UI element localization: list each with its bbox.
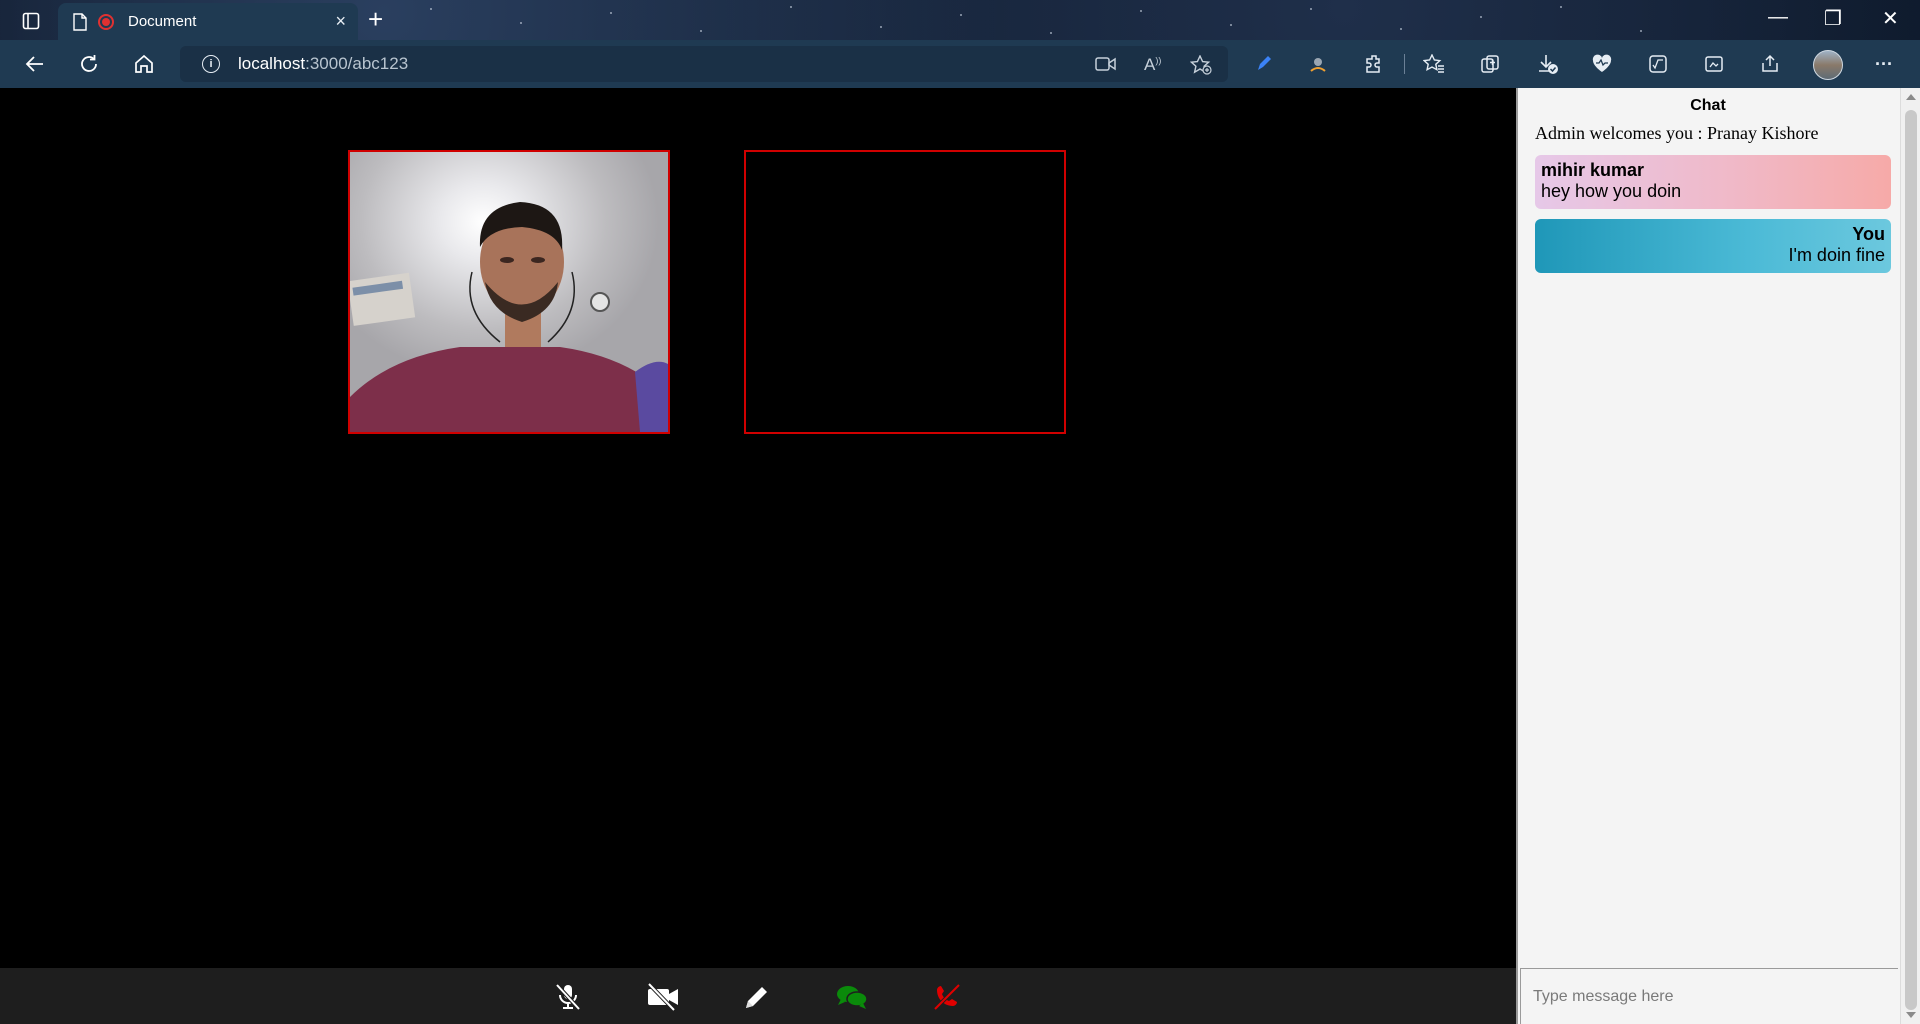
refresh-button[interactable] [74,50,104,78]
favorites-icon[interactable] [1422,52,1446,76]
chat-toggle-button[interactable] [835,980,869,1014]
call-controls-bar [0,968,1516,1024]
pen-extension-icon[interactable] [1252,52,1276,76]
home-button[interactable] [129,50,159,78]
address-bar[interactable]: i localhost:3000/abc123 A)) [180,46,1228,82]
active-tab[interactable]: Document × [58,3,358,40]
end-call-button[interactable] [930,980,964,1014]
extensions-icon[interactable] [1362,52,1386,76]
chat-message-outgoing: You I'm doin fine [1535,219,1891,273]
toggle-video-button[interactable] [646,980,680,1014]
chat-panel: Chat Admin welcomes you : Pranay Kishore… [1516,88,1900,1024]
message-text: hey how you doin [1541,181,1682,201]
url-path: :3000/abc123 [305,54,409,73]
mute-mic-button[interactable] [551,980,585,1014]
back-button[interactable] [20,50,50,78]
recording-indicator-icon [98,13,114,30]
welcome-message: Admin welcomes you : Pranay Kishore [1535,123,1819,143]
browser-tab-bar: Document × + — ❐ ✕ [0,0,1920,40]
browser-toolbar: i localhost:3000/abc123 A)) ··· [0,40,1920,88]
url-text[interactable]: localhost:3000/abc123 [238,54,408,74]
scrollbar-thumb[interactable] [1905,110,1917,1010]
video-off-icon [647,982,678,1012]
remote-video-tile [744,150,1066,434]
profile-avatar[interactable] [1813,50,1843,80]
share-icon[interactable] [1758,52,1782,76]
toolbar-separator [1404,54,1405,74]
minimize-button[interactable]: — [1768,6,1788,29]
chat-icon [837,986,868,1009]
mic-off-icon [555,983,581,1011]
close-window-button[interactable]: ✕ [1882,6,1899,31]
scroll-down-icon[interactable] [1906,1012,1916,1018]
url-host: localhost [238,54,306,73]
tab-actions-icon [22,12,40,30]
chat-message-input[interactable] [1520,968,1898,1024]
local-video-tile [348,150,670,434]
site-info-icon[interactable]: i [202,55,220,73]
scroll-up-icon[interactable] [1906,94,1916,100]
camera-permission-icon[interactable] [1095,55,1117,78]
document-icon [73,12,87,31]
pencil-icon [746,987,767,1008]
add-favorite-icon[interactable] [1189,54,1212,80]
new-tab-button[interactable]: + [368,6,383,32]
extension-badge-icon[interactable] [1306,52,1330,76]
tab-close-button[interactable]: × [335,11,346,32]
downloads-icon[interactable] [1536,52,1560,76]
screenshot-icon[interactable] [1702,52,1726,76]
whiteboard-button[interactable] [740,980,774,1014]
chat-header: Chat [1690,97,1726,114]
message-text: I'm doin fine [1788,245,1886,265]
phone-hangup-icon [933,983,961,1011]
browser-essentials-icon[interactable] [1590,52,1614,76]
chat-message-incoming: mihir kumar hey how you doin [1535,155,1891,209]
tab-title: Document [128,13,197,30]
refresh-icon [81,55,97,72]
video-stage [0,88,1516,968]
collections-icon[interactable] [1478,52,1502,76]
arrow-left-icon [25,56,43,72]
home-icon [135,54,153,73]
page-scrollbar[interactable] [1900,88,1920,1024]
message-sender: You [1852,224,1885,244]
math-solver-icon[interactable] [1646,52,1670,76]
tab-actions-button[interactable] [14,8,48,34]
restore-button[interactable]: ❐ [1824,6,1842,31]
read-aloud-icon[interactable]: A)) [1144,55,1161,75]
local-video-feed [350,152,668,432]
message-sender: mihir kumar [1541,160,1645,180]
more-options-icon[interactable]: ··· [1872,52,1896,76]
